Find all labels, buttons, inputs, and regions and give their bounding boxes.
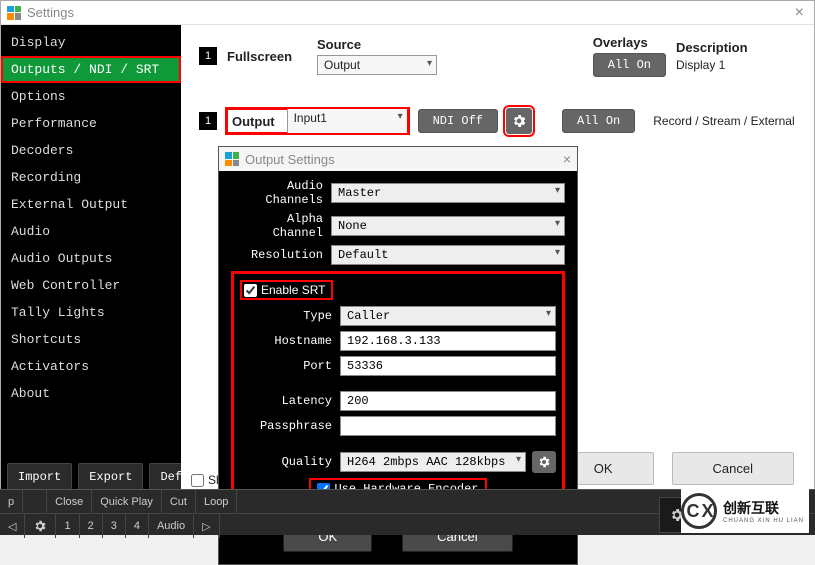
watermark-logo: CX 创新互联 CHUANG XIN HU LIAN [681,489,809,533]
output-settings-gear-button[interactable] [506,108,532,134]
logo-cn: 创新互联 [723,498,804,518]
sidebar-item-external-output[interactable]: External Output [1,191,181,218]
fullscreen-label: Fullscreen [227,49,307,64]
sidebar-item-outputs-ndi-srt[interactable]: Outputs / NDI / SRT [1,56,181,83]
output-settings-titlebar: Output Settings × [219,147,577,171]
settings-titlebar: Settings × [1,1,814,25]
port-input[interactable]: 53336 [340,356,556,376]
gear-icon [33,519,47,533]
output-row: 1 Output Input1 NDI Off All On Record / … [199,107,796,135]
sidebar-item-audio[interactable]: Audio [1,218,181,245]
ndi-button[interactable]: NDI Off [418,109,498,133]
toolbar-audio[interactable]: Audio [149,514,194,538]
description-text: Display 1 [676,58,796,72]
type-select[interactable]: Caller [340,306,556,326]
settings-footer: OK Cancel [553,452,794,485]
sidebar-item-audio-outputs[interactable]: Audio Outputs [1,245,181,272]
resolution-select[interactable]: Default [331,245,565,265]
sidebar-item-web-controller[interactable]: Web Controller [1,272,181,299]
row-number: 1 [199,47,217,65]
settings-sidebar: Display Outputs / NDI / SRT Options Perf… [1,25,181,499]
quality-gear-button[interactable] [532,451,556,473]
toolbar-cut[interactable]: Cut [162,490,196,513]
settings-cancel-button[interactable]: Cancel [672,452,794,485]
logo-pinyin: CHUANG XIN HU LIAN [723,518,804,524]
overlays-button-2[interactable]: All On [562,109,635,133]
enable-srt-label: Enable SRT [261,283,325,297]
import-button[interactable]: Import [7,463,72,491]
enable-srt-checkbox[interactable] [244,284,257,297]
overlays-button[interactable]: All On [593,53,666,77]
passphrase-input[interactable] [340,416,556,436]
audio-channels-label: Audio Channels [231,179,331,207]
type-label: Type [240,309,340,323]
source-header: Source [317,37,437,52]
sidebar-item-about[interactable]: About [1,380,181,407]
preset-1[interactable]: 1 [56,514,79,538]
toolbar-p[interactable]: p [0,490,23,513]
show-checkbox[interactable] [191,474,204,487]
quality-label: Quality [240,455,340,469]
app-icon [7,6,21,20]
sidebar-item-display[interactable]: Display [1,29,181,56]
toolbar-close[interactable]: Close [47,490,92,513]
preset-2[interactable]: 2 [80,514,103,538]
play-reverse-icon[interactable]: ◁ [0,514,25,538]
preset-4[interactable]: 4 [126,514,149,538]
alpha-channel-select[interactable]: None [331,216,565,236]
sidebar-item-decoders[interactable]: Decoders [1,137,181,164]
alpha-channel-label: Alpha Channel [231,212,331,240]
output-label: Output [228,114,287,129]
passphrase-label: Passphrase [240,419,340,433]
latency-label: Latency [240,394,340,408]
toolbar-loop[interactable]: Loop [196,490,237,513]
source-select[interactable]: Output [317,55,437,75]
output-settings-title: Output Settings [245,152,335,167]
app-icon [225,152,239,166]
settings-close-button[interactable]: × [791,4,808,22]
export-button[interactable]: Export [78,463,143,491]
gear-icon [537,455,551,469]
overlays-header: Overlays [593,35,666,50]
sidebar-item-performance[interactable]: Performance [1,110,181,137]
audio-channels-select[interactable]: Master [331,183,565,203]
hostname-label: Hostname [240,334,340,348]
sidebar-item-recording[interactable]: Recording [1,164,181,191]
description-header: Description [676,40,796,55]
enable-srt-checkbox-group[interactable]: Enable SRT [240,280,333,300]
settings-title: Settings [27,5,74,20]
fullscreen-row: 1 Fullscreen Source Output Overlays All … [199,35,796,77]
output-select[interactable]: Input1 [287,109,407,133]
latency-input[interactable]: 200 [340,391,556,411]
description-text-2: Record / Stream / External [653,114,794,128]
play-icon[interactable]: ▷ [194,514,219,538]
preset-3[interactable]: 3 [103,514,126,538]
port-label: Port [240,359,340,373]
quality-select[interactable]: H264 2mbps AAC 128kbps [340,452,526,472]
hostname-input[interactable]: 192.168.3.133 [340,331,556,351]
toolbar-quickplay[interactable]: Quick Play [92,490,162,513]
sidebar-item-tally-lights[interactable]: Tally Lights [1,299,181,326]
sidebar-item-activators[interactable]: Activators [1,353,181,380]
gear-icon [511,113,527,129]
row-number: 1 [199,112,217,130]
bottom-gear-button[interactable] [25,514,56,538]
output-combo: Output Input1 [225,107,410,135]
srt-section: Enable SRT Type Caller Hostname 192.168.… [231,271,565,511]
sidebar-item-shortcuts[interactable]: Shortcuts [1,326,181,353]
sidebar-item-options[interactable]: Options [1,83,181,110]
resolution-label: Resolution [231,248,331,262]
output-settings-close-button[interactable]: × [563,151,571,167]
